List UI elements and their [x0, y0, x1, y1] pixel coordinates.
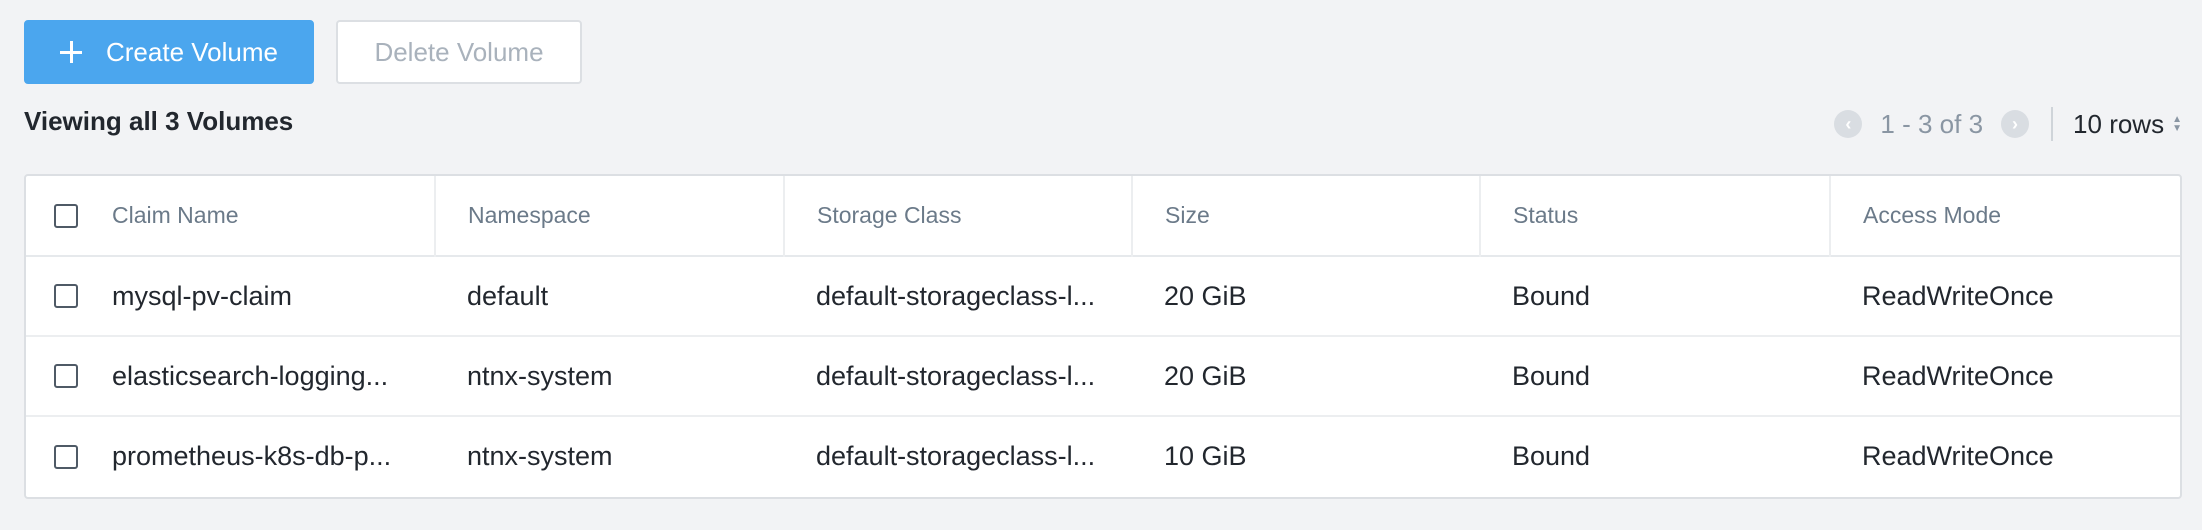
header-status[interactable]: Status	[1480, 176, 1831, 256]
size-cell: 20 GiB	[1164, 360, 1247, 391]
status-cell: Bound	[1512, 360, 1591, 391]
namespace-cell: ntnx-system	[467, 441, 613, 471]
access-mode-cell: ReadWriteOnce	[1862, 360, 2054, 391]
storage-class-cell: default-storageclass-l...	[816, 280, 1096, 311]
header-claim-name-label: Claim Name	[112, 202, 239, 228]
pagination: ‹ 1 - 3 of 3 › 10 rows ▲ ▼	[1834, 106, 2182, 142]
claim-name-link[interactable]: prometheus-k8s-db-p...	[112, 441, 391, 472]
next-page-icon[interactable]: ›	[2001, 110, 2030, 138]
row-checkbox[interactable]	[54, 444, 78, 469]
sort-updown-icon[interactable]: ▲ ▼	[2172, 115, 2182, 134]
row-checkbox[interactable]	[54, 284, 78, 308]
size-cell: 10 GiB	[1164, 441, 1247, 471]
prev-page-icon[interactable]: ‹	[1834, 110, 1863, 138]
row-checkbox[interactable]	[54, 364, 78, 388]
header-claim-name[interactable]: Claim Name	[26, 176, 436, 256]
select-all-checkbox[interactable]	[54, 203, 78, 228]
claim-name-link[interactable]: mysql-pv-claim	[112, 281, 292, 312]
table-header-row: Claim Name Namespace Storage Class Size …	[26, 176, 2180, 256]
plus-icon	[60, 41, 82, 63]
claim-name-link[interactable]: elasticsearch-logging...	[112, 361, 388, 392]
table-row[interactable]: elasticsearch-logging... ntnx-system def…	[26, 336, 2180, 416]
delete-volume-button[interactable]: Delete Volume	[336, 20, 582, 84]
rows-per-page-select[interactable]: 10 rows	[2073, 109, 2164, 140]
page-range: 1 - 3 of 3	[1880, 108, 1984, 139]
access-mode-cell: ReadWriteOnce	[1862, 441, 2054, 471]
access-mode-cell: ReadWriteOnce	[1862, 280, 2054, 311]
status-cell: Bound	[1512, 441, 1591, 471]
header-namespace[interactable]: Namespace	[435, 176, 785, 256]
namespace-cell: ntnx-system	[467, 360, 613, 391]
pagination-divider	[2051, 107, 2054, 141]
header-size[interactable]: Size	[1132, 176, 1481, 256]
storage-class-cell: default-storageclass-l...	[816, 360, 1096, 391]
storage-class-cell: default-storageclass-l...	[816, 441, 1096, 471]
status-cell: Bound	[1512, 280, 1591, 311]
create-volume-label: Create Volume	[106, 36, 278, 67]
create-volume-button[interactable]: Create Volume	[24, 20, 314, 84]
volume-count-summary: Viewing all 3 Volumes	[24, 106, 294, 136]
namespace-cell: default	[467, 280, 549, 311]
delete-volume-label: Delete Volume	[374, 36, 544, 67]
header-storage-class[interactable]: Storage Class	[784, 176, 1133, 256]
size-cell: 20 GiB	[1164, 280, 1247, 311]
volumes-table: Claim Name Namespace Storage Class Size …	[24, 174, 2182, 499]
toolbar: Create Volume Delete Volume	[24, 20, 582, 84]
table-row[interactable]: prometheus-k8s-db-p... ntnx-system defau…	[26, 416, 2180, 496]
header-access-mode[interactable]: Access Mode	[1830, 176, 2180, 256]
table-row[interactable]: mysql-pv-claim default default-storagecl…	[26, 256, 2180, 336]
